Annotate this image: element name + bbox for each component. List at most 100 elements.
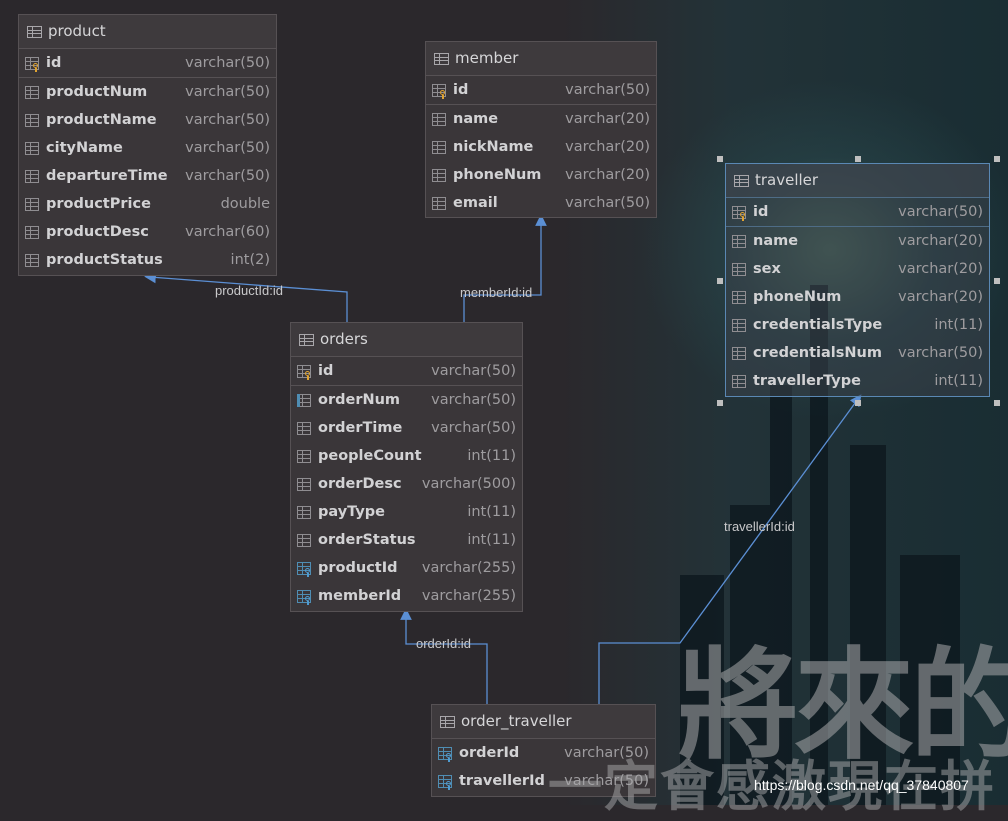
column-row[interactable]: credentialsNum varchar(50): [726, 339, 989, 367]
primary-key-icon: [297, 364, 311, 380]
column-name: productDesc: [46, 224, 149, 240]
column-icon: [25, 85, 39, 99]
column-icon: [432, 112, 446, 126]
resize-handle[interactable]: [717, 278, 723, 284]
column-row[interactable]: id varchar(50): [291, 357, 522, 386]
table-header[interactable]: order_traveller: [432, 705, 655, 739]
column-name: productId: [318, 560, 398, 576]
column-type: varchar(20): [898, 233, 983, 249]
column-type: varchar(500): [421, 476, 516, 492]
column-row[interactable]: email varchar(50): [426, 189, 656, 217]
column-row[interactable]: memberId varchar(255): [291, 582, 522, 610]
column-icon: [297, 533, 311, 547]
column-row[interactable]: productNum varchar(50): [19, 78, 276, 106]
column-icon: [432, 140, 446, 154]
column-row[interactable]: nickName varchar(20): [426, 133, 656, 161]
primary-key-icon: [25, 56, 39, 72]
column-row[interactable]: cityName varchar(50): [19, 134, 276, 162]
column-type: varchar(50): [185, 84, 270, 100]
column-row[interactable]: travellerType int(11): [726, 367, 989, 395]
column-type: varchar(50): [565, 82, 650, 98]
column-name: name: [753, 233, 799, 249]
table-header[interactable]: member: [426, 42, 656, 76]
table-header[interactable]: traveller: [726, 164, 989, 198]
column-row[interactable]: productName varchar(50): [19, 106, 276, 134]
table-member[interactable]: member id varchar(50) name varchar(20) n…: [425, 41, 657, 218]
column-type: varchar(50): [185, 168, 270, 184]
column-name: orderNum: [318, 392, 401, 408]
column-row[interactable]: productId varchar(255): [291, 554, 522, 582]
column-row[interactable]: id varchar(50): [426, 76, 656, 105]
column-name: memberId: [318, 588, 402, 604]
column-icon: [25, 169, 39, 183]
column-type: varchar(50): [431, 420, 516, 436]
table-icon: [440, 715, 455, 728]
column-row[interactable]: sex varchar(20): [726, 255, 989, 283]
resize-handle[interactable]: [994, 156, 1000, 162]
column-type: varchar(50): [185, 140, 270, 156]
table-traveller[interactable]: traveller id varchar(50) name varchar(20…: [725, 163, 990, 397]
relation-label-orderid: orderId:id: [416, 636, 471, 651]
column-name: payType: [318, 504, 386, 520]
column-name: orderTime: [318, 420, 403, 436]
column-type: int(11): [467, 504, 516, 520]
table-orders[interactable]: orders id varchar(50) orderNum varchar(5…: [290, 322, 523, 612]
column-row[interactable]: name varchar(20): [426, 105, 656, 133]
column-icon: [297, 421, 311, 435]
column-row[interactable]: id varchar(50): [19, 49, 276, 78]
column-row[interactable]: orderNum varchar(50): [291, 386, 522, 414]
table-icon: [299, 333, 314, 346]
table-header[interactable]: product: [19, 15, 276, 49]
column-row[interactable]: peopleCount int(11): [291, 442, 522, 470]
column-name: name: [453, 111, 499, 127]
column-type: varchar(20): [898, 289, 983, 305]
column-name: phoneNum: [453, 167, 542, 183]
relation-line-orderid[interactable]: [400, 608, 488, 704]
column-icon: [25, 113, 39, 127]
column-icon: [732, 262, 746, 276]
column-row[interactable]: id varchar(50): [726, 198, 989, 227]
column-row[interactable]: name varchar(20): [726, 227, 989, 255]
column-icon: [732, 290, 746, 304]
column-row[interactable]: departureTime varchar(50): [19, 162, 276, 190]
resize-handle[interactable]: [855, 400, 861, 406]
column-type: varchar(50): [898, 204, 983, 220]
column-name: id: [453, 82, 469, 98]
column-row[interactable]: productDesc varchar(60): [19, 218, 276, 246]
column-row[interactable]: phoneNum varchar(20): [726, 283, 989, 311]
column-name: productStatus: [46, 252, 163, 268]
column-name: cityName: [46, 140, 123, 156]
column-name: sex: [753, 261, 781, 277]
column-row[interactable]: productStatus int(2): [19, 246, 276, 274]
column-type: double: [220, 196, 270, 212]
column-name: id: [318, 363, 334, 379]
resize-handle[interactable]: [717, 156, 723, 162]
column-name: orderDesc: [318, 476, 402, 492]
column-row[interactable]: orderDesc varchar(500): [291, 470, 522, 498]
column-type: int(11): [467, 532, 516, 548]
primary-foreign-key-icon: [438, 746, 452, 762]
column-row[interactable]: orderStatus int(11): [291, 526, 522, 554]
column-icon: [25, 225, 39, 239]
column-row[interactable]: credentialsType int(11): [726, 311, 989, 339]
relation-line-memberid[interactable]: [463, 214, 547, 322]
column-row[interactable]: productPrice double: [19, 190, 276, 218]
resize-handle[interactable]: [994, 400, 1000, 406]
table-icon: [27, 25, 42, 38]
column-type: varchar(50): [431, 363, 516, 379]
resize-handle[interactable]: [855, 156, 861, 162]
resize-handle[interactable]: [994, 278, 1000, 284]
table-product[interactable]: product id varchar(50) productNum varcha…: [18, 14, 277, 276]
column-row[interactable]: phoneNum varchar(20): [426, 161, 656, 189]
column-type: varchar(20): [565, 167, 650, 183]
column-row[interactable]: orderTime varchar(50): [291, 414, 522, 442]
resize-handle[interactable]: [717, 400, 723, 406]
table-header[interactable]: orders: [291, 323, 522, 357]
column-name: departureTime: [46, 168, 168, 184]
column-icon: [432, 196, 446, 210]
table-title: traveller: [755, 171, 819, 189]
column-row[interactable]: payType int(11): [291, 498, 522, 526]
table-icon: [734, 174, 749, 187]
column-type: varchar(50): [898, 345, 983, 361]
indexed-column-icon: [297, 393, 311, 407]
